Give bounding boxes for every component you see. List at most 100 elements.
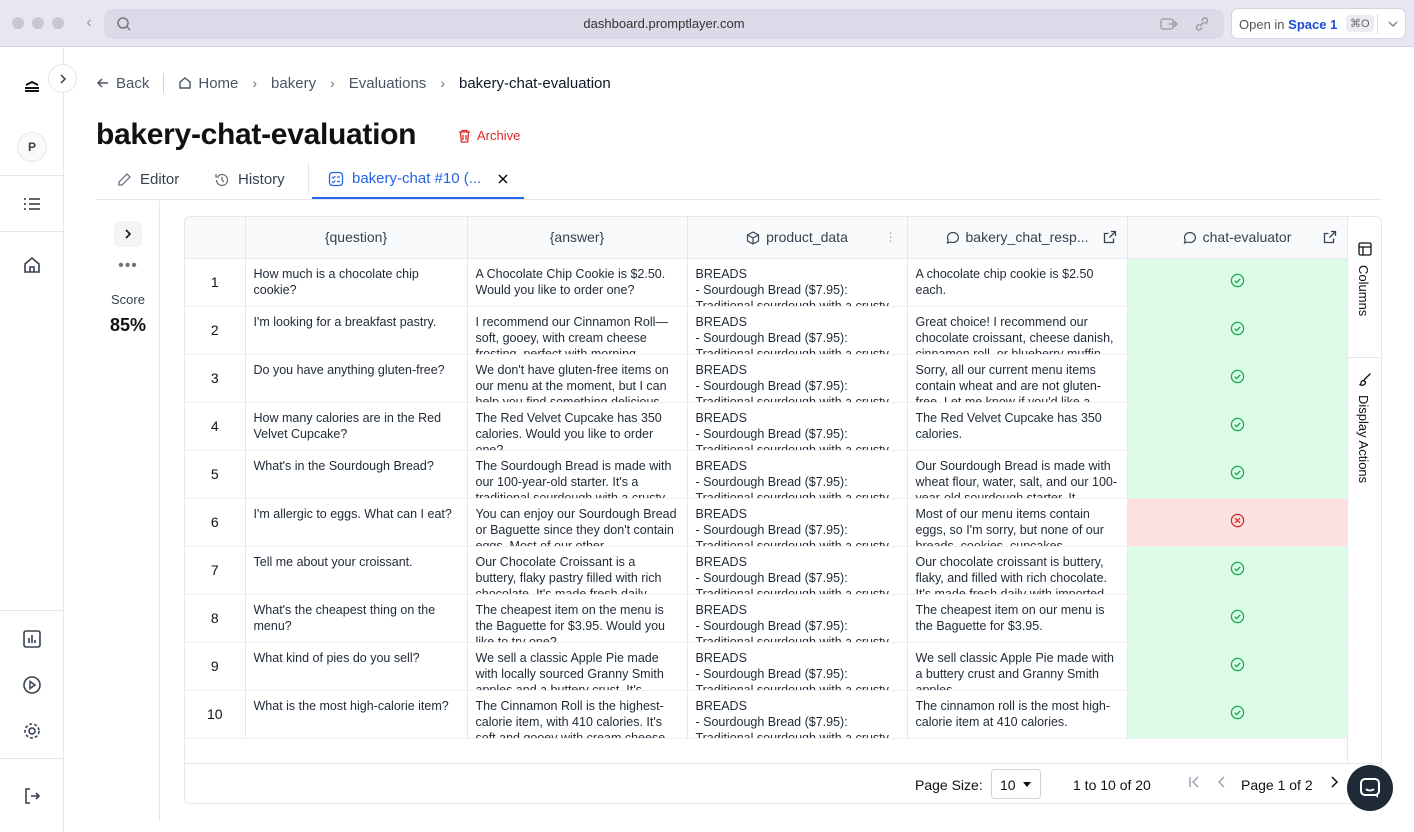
table-row[interactable]: 2 I'm looking for a breakfast pastry. I re…: [185, 306, 1348, 355]
open-in-space-button[interactable]: Open in Space 1 ⌘O: [1231, 8, 1406, 39]
page-size-select[interactable]: 10: [991, 769, 1041, 799]
column-header-product-data[interactable]: product_data ⋮: [687, 217, 908, 259]
support-chat-button[interactable]: [1347, 765, 1393, 811]
row-number[interactable]: 4: [185, 402, 246, 451]
evaluator-result-cell[interactable]: [1127, 258, 1348, 307]
close-icon[interactable]: [497, 173, 509, 185]
logout-icon[interactable]: [22, 786, 42, 806]
evaluator-result-cell[interactable]: [1127, 450, 1348, 499]
tab-history[interactable]: History: [214, 160, 285, 199]
chart-icon[interactable]: [22, 629, 42, 649]
table-row[interactable]: 9 What kind of pies do you sell? We sell a…: [185, 642, 1348, 691]
row-number[interactable]: 8: [185, 594, 246, 643]
table-row[interactable]: 10 What is the most high-calorie item? The…: [185, 690, 1348, 739]
archive-button[interactable]: Archive: [458, 128, 520, 143]
product-data-cell[interactable]: BREADS - Sourdough Bread ($7.95): Tradit…: [687, 450, 908, 499]
breadcrumb-project[interactable]: bakery: [271, 75, 316, 92]
answer-cell[interactable]: We don't have gluten-free items on our m…: [467, 354, 688, 403]
external-link-icon[interactable]: [1323, 230, 1337, 244]
expand-panel-button[interactable]: [114, 221, 142, 247]
breadcrumb-evaluations[interactable]: Evaluations: [349, 75, 427, 92]
question-cell[interactable]: What's in the Sourdough Bread?: [245, 450, 468, 499]
product-data-cell[interactable]: BREADS - Sourdough Bread ($7.95): Tradit…: [687, 642, 908, 691]
answer-cell[interactable]: A Chocolate Chip Cookie is $2.50. Would …: [467, 258, 688, 307]
row-number[interactable]: 6: [185, 498, 246, 547]
question-cell[interactable]: I'm allergic to eggs. What can I eat?: [245, 498, 468, 547]
question-cell[interactable]: What's the cheapest thing on the menu?: [245, 594, 468, 643]
maximize-window-button[interactable]: [52, 17, 64, 29]
address-bar[interactable]: dashboard.promptlayer.com: [104, 9, 1224, 39]
product-data-cell[interactable]: BREADS - Sourdough Bread ($7.95): Tradit…: [687, 498, 908, 547]
answer-cell[interactable]: You can enjoy our Sourdough Bread or Bag…: [467, 498, 688, 547]
answer-cell[interactable]: We sell a classic Apple Pie made with lo…: [467, 642, 688, 691]
display-actions-tool-button[interactable]: Display Actions: [1356, 395, 1371, 483]
home-icon[interactable]: [22, 255, 42, 275]
row-number[interactable]: 10: [185, 690, 246, 739]
evaluator-result-cell[interactable]: [1127, 402, 1348, 451]
minimize-window-button[interactable]: [32, 17, 44, 29]
first-page-icon[interactable]: [1187, 775, 1201, 789]
avatar[interactable]: P: [17, 132, 47, 162]
column-header-chat-evaluator[interactable]: chat-evaluator: [1127, 217, 1348, 259]
columns-tool-button[interactable]: Columns: [1356, 265, 1371, 316]
question-cell[interactable]: What kind of pies do you sell?: [245, 642, 468, 691]
evaluator-result-cell[interactable]: [1127, 546, 1348, 595]
link-icon[interactable]: [1194, 16, 1210, 32]
bakery-chat-response-cell[interactable]: The Red Velvet Cupcake has 350 calories.: [907, 402, 1128, 451]
question-cell[interactable]: Tell me about your croissant.: [245, 546, 468, 595]
chevron-down-icon[interactable]: [1386, 16, 1400, 32]
share-icon[interactable]: [1160, 16, 1178, 32]
product-data-cell[interactable]: BREADS - Sourdough Bread ($7.95): Tradit…: [687, 690, 908, 739]
column-menu-icon[interactable]: ⋮: [885, 230, 897, 244]
question-cell[interactable]: I'm looking for a breakfast pastry.: [245, 306, 468, 355]
more-options-icon[interactable]: •••: [96, 257, 160, 275]
expand-sidebar-button[interactable]: [48, 64, 77, 93]
row-number[interactable]: 7: [185, 546, 246, 595]
evaluator-result-cell[interactable]: [1127, 306, 1348, 355]
product-data-cell[interactable]: BREADS - Sourdough Bread ($7.95): Tradit…: [687, 594, 908, 643]
evaluator-result-cell[interactable]: [1127, 642, 1348, 691]
tab-run-result[interactable]: bakery-chat #10 (...: [312, 160, 524, 199]
bakery-chat-response-cell[interactable]: We sell classic Apple Pie made with a bu…: [907, 642, 1128, 691]
bakery-chat-response-cell[interactable]: Great choice! I recommend our chocolate …: [907, 306, 1128, 355]
table-row[interactable]: 3 Do you have anything gluten-free? We don…: [185, 354, 1348, 403]
layers-icon[interactable]: [22, 76, 42, 96]
table-row[interactable]: 1 How much is a chocolate chip cookie? A C…: [185, 258, 1348, 307]
question-cell[interactable]: Do you have anything gluten-free?: [245, 354, 468, 403]
question-cell[interactable]: How much is a chocolate chip cookie?: [245, 258, 468, 307]
bakery-chat-response-cell[interactable]: Our Sourdough Bread is made with wheat f…: [907, 450, 1128, 499]
row-number[interactable]: 3: [185, 354, 246, 403]
table-row[interactable]: 5 What's in the Sourdough Bread? The Sourd…: [185, 450, 1348, 499]
table-row[interactable]: 7 Tell me about your croissant. Our Chocol…: [185, 546, 1348, 595]
home-link[interactable]: Home: [178, 75, 238, 92]
column-header-answer[interactable]: {answer}: [467, 217, 688, 259]
row-number[interactable]: 5: [185, 450, 246, 499]
table-row[interactable]: 8 What's the cheapest thing on the menu? T…: [185, 594, 1348, 643]
product-data-cell[interactable]: BREADS - Sourdough Bread ($7.95): Tradit…: [687, 402, 908, 451]
list-icon[interactable]: [22, 194, 42, 214]
product-data-cell[interactable]: BREADS - Sourdough Bread ($7.95): Tradit…: [687, 306, 908, 355]
bakery-chat-response-cell[interactable]: The cinnamon roll is the most high-calor…: [907, 690, 1128, 739]
row-number[interactable]: 2: [185, 306, 246, 355]
tab-editor[interactable]: Editor: [116, 160, 179, 199]
question-cell[interactable]: What is the most high-calorie item?: [245, 690, 468, 739]
product-data-cell[interactable]: BREADS - Sourdough Bread ($7.95): Tradit…: [687, 354, 908, 403]
answer-cell[interactable]: The cheapest item on the menu is the Bag…: [467, 594, 688, 643]
bakery-chat-response-cell[interactable]: Our chocolate croissant is buttery, flak…: [907, 546, 1128, 595]
bakery-chat-response-cell[interactable]: Sorry, all our current menu items contai…: [907, 354, 1128, 403]
previous-page-icon[interactable]: [1215, 775, 1229, 789]
product-data-cell[interactable]: BREADS - Sourdough Bread ($7.95): Tradit…: [687, 258, 908, 307]
next-page-icon[interactable]: [1327, 775, 1341, 789]
play-icon[interactable]: [22, 675, 42, 695]
answer-cell[interactable]: The Cinnamon Roll is the highest-calorie…: [467, 690, 688, 739]
bakery-chat-response-cell[interactable]: A chocolate chip cookie is $2.50 each.: [907, 258, 1128, 307]
question-cell[interactable]: How many calories are in the Red Velvet …: [245, 402, 468, 451]
table-row[interactable]: 4 How many calories are in the Red Velvet…: [185, 402, 1348, 451]
evaluator-result-cell[interactable]: [1127, 498, 1348, 547]
table-row[interactable]: 6 I'm allergic to eggs. What can I eat? Yo…: [185, 498, 1348, 547]
evaluator-result-cell[interactable]: [1127, 354, 1348, 403]
answer-cell[interactable]: The Sourdough Bread is made with our 100…: [467, 450, 688, 499]
row-number[interactable]: 1: [185, 258, 246, 307]
product-data-cell[interactable]: BREADS - Sourdough Bread ($7.95): Tradit…: [687, 546, 908, 595]
close-window-button[interactable]: [12, 17, 24, 29]
